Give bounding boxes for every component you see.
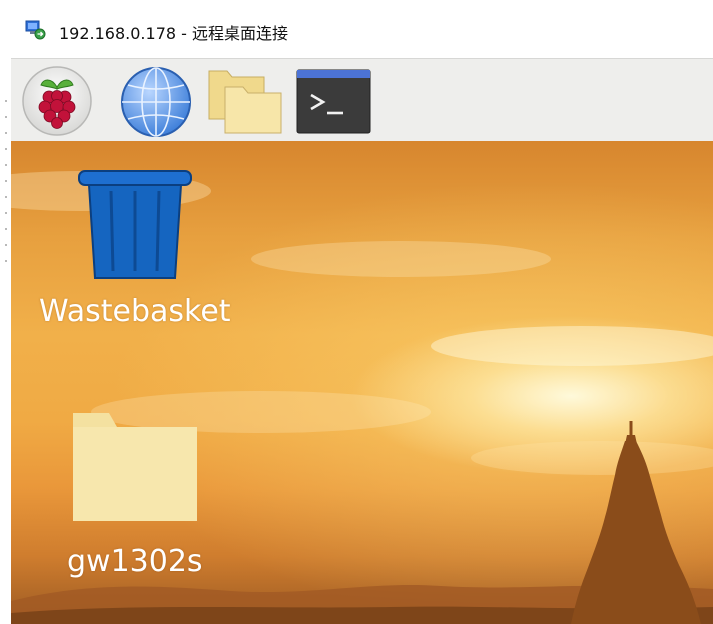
folder-icon — [73, 413, 197, 521]
wastebasket-label: Wastebasket — [39, 294, 231, 329]
raspberry-pi-menu-button[interactable] — [21, 65, 93, 137]
desktop[interactable]: Wastebasket gw1302s — [11, 141, 713, 624]
globe-icon — [121, 67, 191, 137]
file-manager-button[interactable] — [207, 67, 283, 135]
web-browser-button[interactable] — [119, 65, 193, 139]
taskbar — [11, 58, 713, 142]
terminal-button[interactable] — [295, 67, 373, 135]
title-bar[interactable]: 192.168.0.178 - 远程桌面连接 — [11, 0, 713, 58]
raspberry-icon — [22, 66, 92, 136]
trash-icon — [78, 170, 192, 279]
folder-icon — [208, 70, 282, 134]
gw1302s-label: gw1302s — [67, 544, 203, 579]
remote-desktop-icon — [25, 20, 46, 40]
terminal-icon — [296, 69, 371, 134]
window-title: 192.168.0.178 - 远程桌面连接 — [59, 24, 289, 43]
